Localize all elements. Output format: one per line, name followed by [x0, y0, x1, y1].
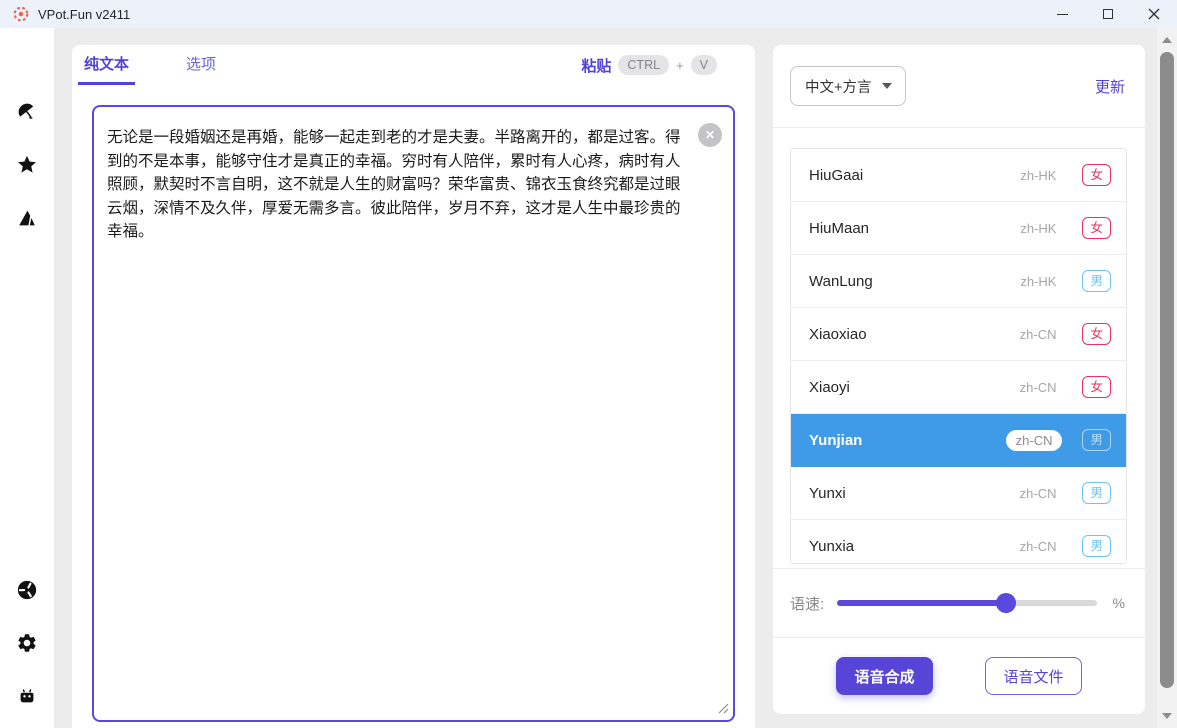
voice-language: zh-CN: [1020, 380, 1057, 395]
scroll-up-arrow-icon[interactable]: [1162, 37, 1172, 43]
titlebar: VPot.Fun v2411: [0, 0, 1177, 28]
voice-name: HiuMaan: [809, 220, 869, 237]
voice-row[interactable]: HiuGaai zh-HK 女: [791, 149, 1126, 202]
actions-bar: 语音合成 语音文件: [773, 637, 1145, 714]
scroll-down-arrow-icon[interactable]: [1162, 713, 1172, 719]
rate-section: 语速: %: [773, 568, 1145, 637]
rate-unit: %: [1113, 595, 1125, 611]
aperture-icon[interactable]: [16, 579, 38, 601]
voice-row[interactable]: Xiaoyi zh-CN 女: [791, 361, 1126, 414]
ctrl-key-badge: CTRL: [618, 55, 669, 75]
umbrella-icon[interactable]: [16, 101, 38, 123]
voice-name: HiuGaai: [809, 167, 863, 184]
voice-language: zh-CN: [1020, 486, 1057, 501]
app-title: VPot.Fun v2411: [38, 7, 130, 22]
voice-name: Xiaoxiao: [809, 326, 867, 343]
robot-icon[interactable]: [16, 685, 38, 707]
rate-label: 语速:: [790, 593, 824, 614]
resize-handle-icon[interactable]: [718, 703, 729, 714]
voice-name: Yunxi: [809, 485, 846, 502]
voice-list: HiuGaaizh-HK女HiuMaanzh-HK女WanLungzh-HK男X…: [790, 148, 1127, 564]
gender-badge: 女: [1082, 323, 1111, 345]
voice-name: WanLung: [809, 273, 873, 290]
voice-name: Xiaoyi: [809, 379, 850, 396]
plus-sign: +: [676, 58, 684, 73]
synthesize-button[interactable]: 语音合成: [836, 657, 933, 695]
text-input[interactable]: 无论是一段婚姻还是再婚，能够一起走到老的才是夫妻。半路离开的，都是过客。得到的不…: [92, 105, 735, 722]
rate-slider-fill: [837, 600, 1006, 606]
voice-panel: 中文+方言 更新 HiuGaai zh-HK 女 HiuMaan zh-HK 女 WanLu…: [773, 45, 1145, 714]
v-key-badge: V: [691, 55, 717, 75]
window-controls: [1039, 0, 1177, 28]
voice-language: zh-HK: [1020, 274, 1056, 289]
close-button[interactable]: [1131, 0, 1177, 28]
gender-badge: 男: [1082, 482, 1111, 504]
voice-language: zh-HK: [1020, 221, 1056, 236]
voice-row[interactable]: Yunjian zh-CN 男: [791, 414, 1126, 467]
minimize-button[interactable]: [1039, 0, 1085, 28]
voice-file-button[interactable]: 语音文件: [985, 657, 1082, 695]
voice-language: zh-CN: [1020, 539, 1057, 554]
gender-badge: 女: [1082, 376, 1111, 398]
voice-row[interactable]: HiuMaan zh-HK 女: [791, 202, 1126, 255]
tabbar: 纯文本 选项 粘贴 CTRL + V: [72, 45, 755, 85]
gender-badge: 女: [1082, 217, 1111, 239]
language-filter-value: 中文+方言: [805, 76, 871, 97]
chevron-down-icon: [882, 83, 892, 89]
editor-panel: 纯文本 选项 粘贴 CTRL + V 无论是一段婚姻还是再婚，能够一起走到老的才…: [72, 45, 755, 728]
clear-text-button[interactable]: ✕: [698, 123, 722, 147]
close-icon: [1148, 8, 1160, 20]
paste-hint: 粘贴 CTRL + V: [581, 45, 717, 85]
voice-language: zh-HK: [1020, 168, 1056, 183]
voice-row[interactable]: WanLung zh-HK 男: [791, 255, 1126, 308]
app-logo-icon: [12, 5, 30, 23]
gender-badge: 女: [1082, 164, 1111, 186]
voice-row[interactable]: Xiaoxiao zh-CN 女: [791, 308, 1126, 361]
paste-button[interactable]: 粘贴: [581, 55, 611, 76]
voice-name: Yunjian: [809, 432, 862, 449]
gender-badge: 男: [1082, 429, 1111, 451]
gear-icon[interactable]: [16, 632, 38, 654]
refresh-link[interactable]: 更新: [1095, 76, 1125, 97]
tab-options[interactable]: 选项: [180, 45, 222, 85]
voice-name: Yunxia: [809, 538, 854, 555]
window-scrollbar[interactable]: [1157, 28, 1177, 728]
minimize-icon: [1057, 14, 1068, 15]
app-window: VPot.Fun v2411 纯文本: [0, 0, 1177, 728]
sidebar: [0, 28, 54, 728]
gender-badge: 男: [1082, 270, 1111, 292]
voice-row[interactable]: Yunxia zh-CN 男: [791, 520, 1126, 564]
rate-slider[interactable]: [837, 593, 1096, 613]
voice-language: zh-CN: [1006, 430, 1063, 451]
maximize-icon: [1103, 9, 1113, 19]
mountain-icon[interactable]: [16, 207, 38, 229]
scrollbar-thumb[interactable]: [1160, 52, 1174, 688]
voice-panel-header: 中文+方言 更新: [773, 45, 1145, 128]
voice-language: zh-CN: [1020, 327, 1057, 342]
rate-slider-thumb[interactable]: [996, 593, 1016, 613]
maximize-button[interactable]: [1085, 0, 1131, 28]
language-filter-dropdown[interactable]: 中文+方言: [790, 66, 906, 106]
tab-plain-text[interactable]: 纯文本: [78, 45, 135, 85]
voice-row[interactable]: Yunxi zh-CN 男: [791, 467, 1126, 520]
gender-badge: 男: [1082, 535, 1111, 557]
editor-area: 无论是一段婚姻还是再婚，能够一起走到老的才是夫妻。半路离开的，都是过客。得到的不…: [92, 105, 735, 722]
star-icon[interactable]: [16, 154, 38, 176]
